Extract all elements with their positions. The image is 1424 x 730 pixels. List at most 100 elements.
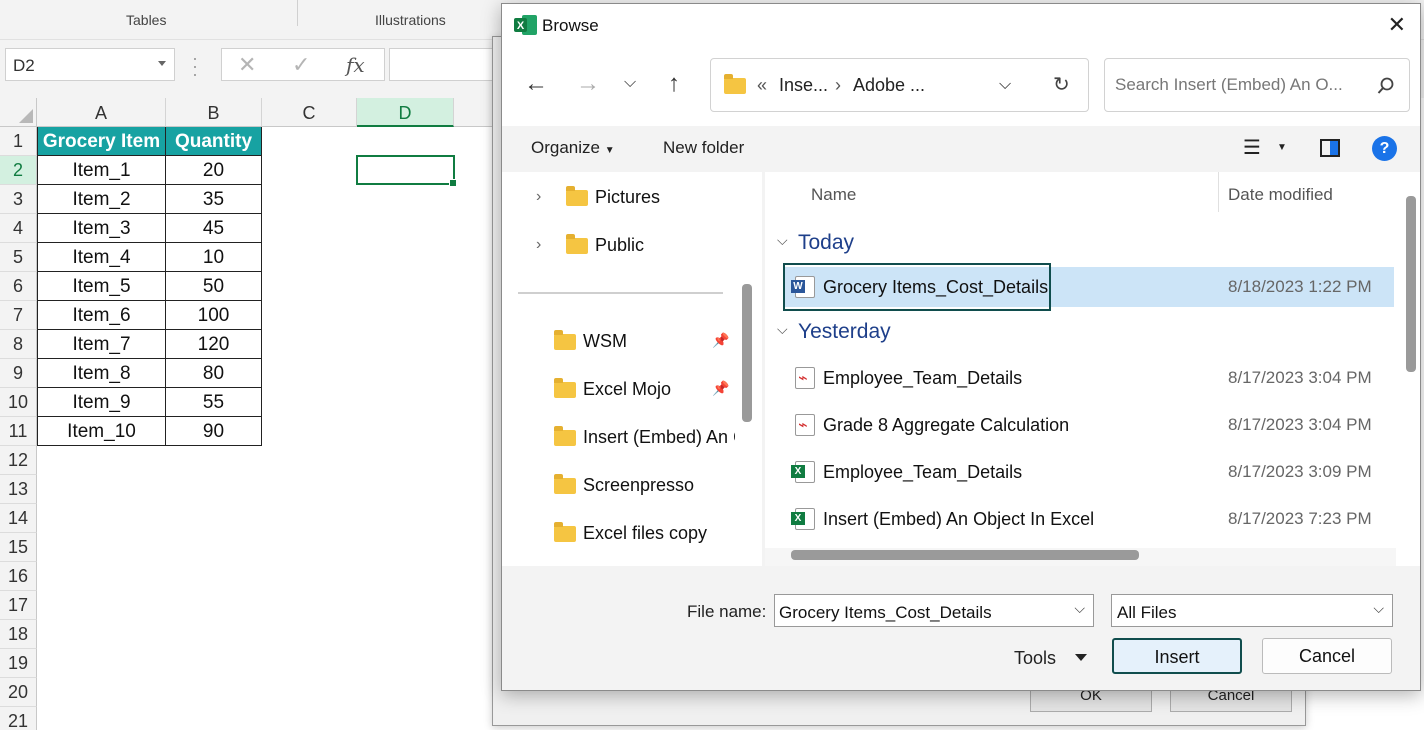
nav-item-public[interactable]: Public — [595, 235, 644, 256]
row-header-20[interactable]: 20 — [0, 678, 37, 707]
quantity-cell[interactable]: 50 — [166, 272, 262, 301]
quantity-cell[interactable]: 90 — [166, 417, 262, 446]
row-header-18[interactable]: 18 — [0, 620, 37, 649]
column-header-a[interactable]: A — [37, 98, 166, 127]
row-header-16[interactable]: 16 — [0, 562, 37, 591]
nav-item-wsm[interactable]: WSM — [583, 331, 627, 352]
breadcrumb-adobe[interactable]: Adobe ... — [853, 75, 925, 96]
collapse-group-icon[interactable]: ⌵ — [777, 232, 788, 249]
row-header-21[interactable]: 21 — [0, 707, 37, 730]
row-header-6[interactable]: 6 — [0, 272, 37, 301]
row-header-1[interactable]: 1 — [0, 127, 37, 156]
column-header-c[interactable]: C — [262, 98, 357, 127]
row-header-12[interactable]: 12 — [0, 446, 37, 475]
row-header-8[interactable]: 8 — [0, 330, 37, 359]
nav-item-pictures[interactable]: Pictures — [595, 187, 660, 208]
row-header-10[interactable]: 10 — [0, 388, 37, 417]
vertical-scrollbar[interactable] — [1406, 196, 1416, 372]
close-icon[interactable]: ✕ — [1388, 12, 1406, 38]
name-box[interactable]: D2 — [5, 48, 175, 81]
row-header-2[interactable]: 2 — [0, 156, 37, 185]
file-type-select[interactable]: All Files ⌵ — [1111, 594, 1393, 627]
select-all-corner[interactable] — [0, 98, 37, 127]
chevron-down-icon[interactable]: ⌵ — [1373, 600, 1384, 617]
table-header-cell[interactable]: Quantity — [166, 127, 262, 156]
help-icon[interactable]: ? — [1372, 136, 1397, 161]
nav-item-screenpresso[interactable]: Screenpresso — [583, 475, 694, 496]
insert-button[interactable]: Insert — [1112, 638, 1242, 674]
row-header-11[interactable]: 11 — [0, 417, 37, 446]
nav-item-insert-embed[interactable]: Insert (Embed) An C — [583, 427, 735, 448]
grocery-item-cell[interactable]: Item_7 — [37, 330, 166, 359]
up-arrow-icon[interactable]: ↑ — [668, 70, 680, 98]
quantity-cell[interactable]: 80 — [166, 359, 262, 388]
nav-item-excel-mojo[interactable]: Excel Mojo — [583, 379, 671, 400]
row-header-17[interactable]: 17 — [0, 591, 37, 620]
row-header-7[interactable]: 7 — [0, 301, 37, 330]
column-header-name[interactable]: Name — [811, 185, 856, 205]
new-folder-button[interactable]: New folder — [663, 138, 744, 158]
preview-pane-icon[interactable] — [1320, 139, 1340, 157]
file-row-employee-team-xls[interactable]: Employee_Team_Details 8/17/2023 3:09 PM — [785, 452, 1394, 492]
quantity-cell[interactable]: 35 — [166, 185, 262, 214]
row-header-14[interactable]: 14 — [0, 504, 37, 533]
caret-down-icon[interactable] — [1075, 654, 1087, 661]
grocery-item-cell[interactable]: Item_1 — [37, 156, 166, 185]
grocery-item-cell[interactable]: Item_8 — [37, 359, 166, 388]
horizontal-scrollbar[interactable] — [791, 550, 1139, 560]
tools-menu[interactable]: Tools — [1014, 648, 1056, 669]
cancel-button[interactable]: Cancel — [1262, 638, 1392, 674]
group-today[interactable]: Today — [798, 231, 854, 255]
breadcrumb-overflow[interactable]: « — [757, 75, 767, 96]
expand-chevron-icon[interactable]: › — [536, 236, 541, 254]
quantity-cell[interactable]: 55 — [166, 388, 262, 417]
column-header-b[interactable]: B — [166, 98, 262, 127]
row-header-4[interactable]: 4 — [0, 214, 37, 243]
organize-menu[interactable]: Organize ▼ — [531, 138, 615, 158]
row-header-9[interactable]: 9 — [0, 359, 37, 388]
address-dropdown-icon[interactable]: ⌵ — [999, 76, 1011, 94]
active-cell-d2[interactable] — [356, 155, 457, 187]
file-row-grade-8[interactable]: Grade 8 Aggregate Calculation 8/17/2023 … — [785, 405, 1394, 445]
chevron-down-icon[interactable]: ⌵ — [1074, 600, 1085, 617]
quantity-cell[interactable]: 20 — [166, 156, 262, 185]
grocery-item-cell[interactable]: Item_10 — [37, 417, 166, 446]
grocery-item-cell[interactable]: Item_6 — [37, 301, 166, 330]
grocery-item-cell[interactable]: Item_3 — [37, 214, 166, 243]
file-row-employee-team-pdf[interactable]: Employee_Team_Details 8/17/2023 3:04 PM — [785, 358, 1394, 398]
group-yesterday[interactable]: Yesterday — [798, 320, 891, 344]
address-bar[interactable]: « Inse... › Adobe ... ⌵ ↻ — [710, 58, 1089, 112]
quantity-cell[interactable]: 120 — [166, 330, 262, 359]
expand-chevron-icon[interactable]: › — [536, 188, 541, 206]
row-header-3[interactable]: 3 — [0, 185, 37, 214]
view-options-caret-icon[interactable]: ▼ — [1277, 142, 1287, 153]
row-header-5[interactable]: 5 — [0, 243, 37, 272]
insert-function-icon[interactable]: fx — [346, 53, 365, 77]
search-box[interactable]: Search Insert (Embed) An O... — [1104, 58, 1410, 112]
confirm-entry-icon[interactable]: ✓ — [292, 52, 310, 78]
quantity-cell[interactable]: 10 — [166, 243, 262, 272]
file-row-insert-embed[interactable]: Insert (Embed) An Object In Excel 8/17/2… — [785, 499, 1394, 539]
recent-locations-chevron-icon[interactable]: ⌵ — [624, 74, 636, 92]
quantity-cell[interactable]: 45 — [166, 214, 262, 243]
view-list-icon[interactable]: ☰ — [1243, 135, 1261, 160]
column-header-date-modified[interactable]: Date modified — [1228, 185, 1333, 205]
cancel-entry-icon[interactable]: ✕ — [238, 52, 256, 78]
row-header-13[interactable]: 13 — [0, 475, 37, 504]
nav-scrollbar[interactable] — [742, 284, 752, 422]
nav-item-excel-files-copy[interactable]: Excel files copy — [583, 523, 707, 544]
grocery-item-cell[interactable]: Item_9 — [37, 388, 166, 417]
forward-arrow-icon[interactable]: → — [576, 70, 600, 98]
grocery-item-cell[interactable]: Item_2 — [37, 185, 166, 214]
column-header-d[interactable]: D — [357, 98, 454, 127]
row-header-19[interactable]: 19 — [0, 649, 37, 678]
chevron-down-icon[interactable] — [158, 61, 166, 66]
back-arrow-icon[interactable]: ← — [524, 70, 548, 98]
grocery-item-cell[interactable]: Item_4 — [37, 243, 166, 272]
refresh-icon[interactable]: ↻ — [1053, 72, 1070, 97]
grocery-item-cell[interactable]: Item_5 — [37, 272, 166, 301]
file-name-field[interactable]: Grocery Items_Cost_Details ⌵ — [774, 594, 1094, 627]
search-icon[interactable] — [1377, 77, 1395, 95]
quantity-cell[interactable]: 100 — [166, 301, 262, 330]
collapse-group-icon[interactable]: ⌵ — [777, 321, 788, 338]
